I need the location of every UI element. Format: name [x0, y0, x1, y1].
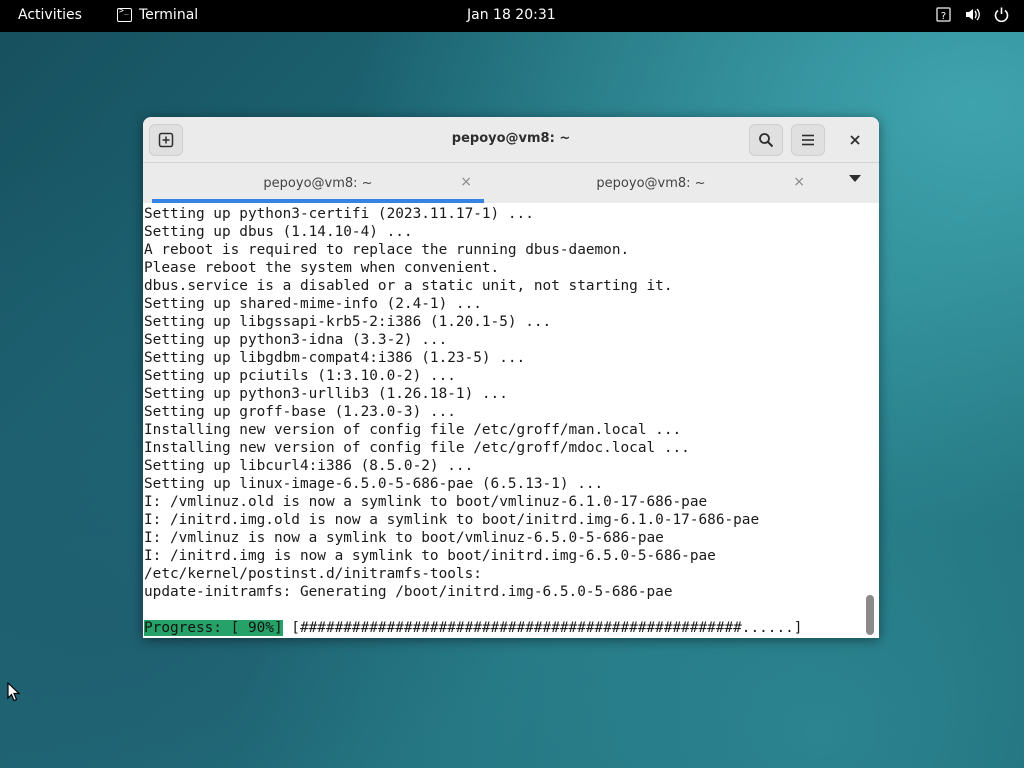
terminal-line: Installing new version of config file /e…: [144, 422, 682, 438]
terminal-window[interactable]: pepoyo@vm8: ~ pepoyo@vm8: ~ × pepoyo@vm8…: [143, 117, 879, 638]
top-bar: Activities Terminal Jan 18 20:31 ?: [0, 0, 1024, 32]
app-menu-button[interactable]: Terminal: [117, 6, 199, 23]
search-icon: [759, 133, 774, 148]
terminal-line: Setting up libcurl4:i386 (8.5.0-2) ...: [144, 458, 474, 474]
terminal-line: /etc/kernel/postinst.d/initramfs-tools:: [144, 566, 482, 582]
terminal-output[interactable]: Setting up python3-certifi (2023.11.17-1…: [143, 203, 879, 638]
terminal-lines: Setting up python3-certifi (2023.11.17-1…: [144, 205, 759, 601]
hamburger-menu-icon: [802, 134, 814, 146]
terminal-line: Please reboot the system when convenient…: [144, 260, 500, 276]
header-bar: pepoyo@vm8: ~: [143, 117, 879, 163]
terminal-line: Setting up linux-image-6.5.0-5-686-pae (…: [144, 476, 604, 492]
terminal-line: Setting up python3-urllib3 (1.26.18-1) .…: [144, 386, 508, 402]
progress-label: Progress: [ 90%]: [144, 620, 283, 636]
app-name: Terminal: [139, 7, 199, 23]
terminal-line: Setting up pciutils (1:3.10.0-2) ...: [144, 368, 456, 384]
terminal-line: I: /vmlinuz is now a symlink to boot/vml…: [144, 530, 664, 546]
network-icon[interactable]: ?: [935, 6, 952, 23]
clock[interactable]: Jan 18 20:31: [467, 7, 556, 23]
terminal-line: Setting up shared-mime-info (2.4-1) ...: [144, 296, 482, 312]
power-icon[interactable]: [993, 6, 1010, 23]
tab-1[interactable]: pepoyo@vm8: ~ ×: [152, 163, 484, 203]
terminal-line: Setting up libgssapi-krb5-2:i386 (1.20.1…: [144, 314, 552, 330]
terminal-line: update-initramfs: Generating /boot/initr…: [144, 584, 673, 600]
terminal-line: dbus.service is a disabled or a static u…: [144, 278, 673, 294]
svg-text:?: ?: [941, 11, 946, 22]
progress-bar: [#######################################…: [282, 620, 803, 636]
tab-close-icon[interactable]: ×: [460, 174, 472, 190]
scrollbar[interactable]: [866, 595, 874, 635]
terminal-line: Setting up python3-certifi (2023.11.17-1…: [144, 206, 534, 222]
tab-close-icon[interactable]: ×: [793, 174, 805, 190]
progress-line: Progress: [ 90%] [######################…: [144, 619, 802, 637]
volume-icon[interactable]: [964, 6, 981, 23]
tab-label: pepoyo@vm8: ~: [596, 175, 706, 191]
terminal-line: Installing new version of config file /e…: [144, 440, 690, 456]
terminal-line: I: /initrd.img is now a symlink to boot/…: [144, 548, 716, 564]
terminal-line: A reboot is required to replace the runn…: [144, 242, 630, 258]
search-button[interactable]: [749, 124, 783, 156]
tab-label: pepoyo@vm8: ~: [263, 175, 373, 191]
terminal-line: Setting up python3-idna (3.3-2) ...: [144, 332, 448, 348]
chevron-down-icon: [849, 175, 861, 182]
terminal-line: Setting up dbus (1.14.10-4) ...: [144, 224, 413, 240]
menu-button[interactable]: [791, 124, 825, 156]
terminal-line: I: /initrd.img.old is now a symlink to b…: [144, 512, 760, 528]
terminal-line: I: /vmlinuz.old is now a symlink to boot…: [144, 494, 708, 510]
tab-list-dropdown[interactable]: [849, 175, 861, 186]
tab-2[interactable]: pepoyo@vm8: ~ ×: [485, 163, 817, 203]
terminal-line: Setting up groff-base (1.23.0-3) ...: [144, 404, 456, 420]
activities-button[interactable]: Activities: [18, 7, 82, 23]
close-window-button[interactable]: [838, 124, 872, 156]
terminal-line: Setting up libgdbm-compat4:i386 (1.23-5)…: [144, 350, 526, 366]
tab-bar: pepoyo@vm8: ~ × pepoyo@vm8: ~ ×: [143, 163, 879, 203]
system-tray[interactable]: ?: [935, 6, 1010, 23]
close-icon: [850, 135, 860, 145]
terminal-icon: [117, 6, 132, 22]
